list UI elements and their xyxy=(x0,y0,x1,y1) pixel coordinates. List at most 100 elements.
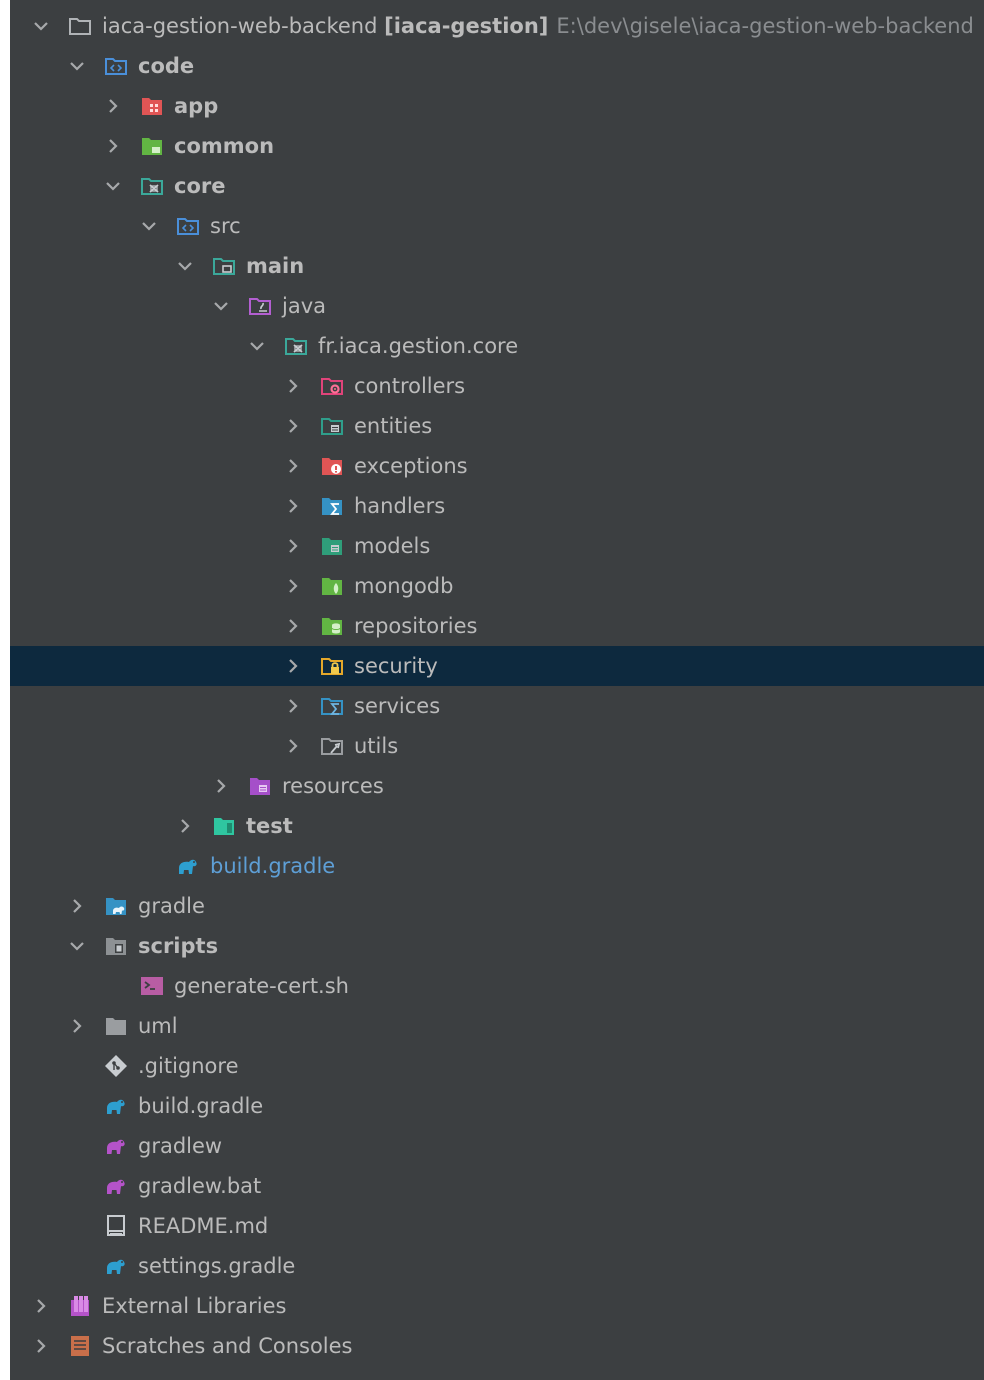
chevron-right-icon[interactable] xyxy=(282,495,304,517)
tree-item-repositories[interactable]: repositories xyxy=(10,606,984,646)
tree-item-root[interactable]: iaca-gestion-web-backend [iaca-gestion] E… xyxy=(10,6,984,46)
module-icon xyxy=(140,174,164,198)
chevron-right-icon[interactable] xyxy=(282,695,304,717)
chevron-right-icon[interactable] xyxy=(174,815,196,837)
tree-item-label: .gitignore xyxy=(138,1054,239,1078)
git-icon xyxy=(104,1054,128,1078)
chevron-right-icon[interactable] xyxy=(210,775,232,797)
chevron-down-icon[interactable] xyxy=(210,295,232,317)
chevron-right-icon[interactable] xyxy=(66,895,88,917)
chevron-down-icon[interactable] xyxy=(30,15,52,37)
gradle-elephant-icon xyxy=(104,1094,128,1118)
tree-item-gradlew-bat[interactable]: gradlew.bat xyxy=(10,1166,984,1206)
tree-item-gradle[interactable]: gradle xyxy=(10,886,984,926)
tree-item-models[interactable]: models xyxy=(10,526,984,566)
tree-item-label: gradlew xyxy=(138,1134,223,1158)
tree-item-external-libraries[interactable]: External Libraries xyxy=(10,1286,984,1326)
tree-item-label: app xyxy=(174,94,219,118)
tree-item-label: build.gradle xyxy=(210,854,336,878)
library-icon xyxy=(68,1294,92,1318)
tree-item-common[interactable]: common xyxy=(10,126,984,166)
chevron-right-icon[interactable] xyxy=(282,455,304,477)
tree-item-test[interactable]: test xyxy=(10,806,984,846)
tree-item-label: repositories xyxy=(354,614,478,638)
tree-item-utils[interactable]: utils xyxy=(10,726,984,766)
tree-item-label: java xyxy=(282,294,326,318)
chevron-right-icon[interactable] xyxy=(102,95,124,117)
tree-item-label: README.md xyxy=(138,1214,269,1238)
tree-item-gradlew[interactable]: gradlew xyxy=(10,1126,984,1166)
tree-item-settings-gradle[interactable]: settings.gradle xyxy=(10,1246,984,1286)
tree-item-main[interactable]: main xyxy=(10,246,984,286)
package-icon xyxy=(284,334,308,358)
scratches-icon xyxy=(68,1334,92,1358)
gradle-elephant-icon xyxy=(104,1254,128,1278)
tree-item-core-build-gradle[interactable]: build.gradle xyxy=(10,846,984,886)
module-name: [iaca-gestion] xyxy=(384,14,549,38)
tree-item-label: External Libraries xyxy=(102,1294,287,1318)
tree-item-services[interactable]: services xyxy=(10,686,984,726)
chevron-right-icon[interactable] xyxy=(282,655,304,677)
chevron-right-icon[interactable] xyxy=(30,1335,52,1357)
tree-item-entities[interactable]: entities xyxy=(10,406,984,446)
tree-item-core[interactable]: core xyxy=(10,166,984,206)
tree-item-gitignore[interactable]: .gitignore xyxy=(10,1046,984,1086)
chevron-right-icon[interactable] xyxy=(282,615,304,637)
tree-item-package[interactable]: fr.iaca.gestion.core xyxy=(10,326,984,366)
tree-item-label: models xyxy=(354,534,431,558)
chevron-down-icon[interactable] xyxy=(66,935,88,957)
tree-item-src[interactable]: src xyxy=(10,206,984,246)
tree-item-label: services xyxy=(354,694,441,718)
chevron-down-icon[interactable] xyxy=(174,255,196,277)
tree-item-code[interactable]: code xyxy=(10,46,984,86)
tree-item-label: gradle xyxy=(138,894,205,918)
tree-item-app[interactable]: app xyxy=(10,86,984,126)
chevron-right-icon[interactable] xyxy=(282,535,304,557)
source-module-icon xyxy=(104,54,128,78)
test-folder-icon xyxy=(212,814,236,838)
project-tool-window: iaca-gestion-web-backend [iaca-gestion] E… xyxy=(10,0,984,1380)
tree-item-scratches[interactable]: Scratches and Consoles xyxy=(10,1326,984,1366)
handlers-folder-icon xyxy=(320,494,344,518)
chevron-right-icon[interactable] xyxy=(282,575,304,597)
utils-folder-icon xyxy=(320,734,344,758)
tree-item-handlers[interactable]: handlers xyxy=(10,486,984,526)
tree-item-exceptions[interactable]: exceptions xyxy=(10,446,984,486)
chevron-down-icon[interactable] xyxy=(66,55,88,77)
gradle-elephant-icon xyxy=(104,1174,128,1198)
chevron-right-icon[interactable] xyxy=(282,375,304,397)
chevron-down-icon[interactable] xyxy=(246,335,268,357)
project-name: iaca-gestion-web-backend xyxy=(102,14,378,38)
chevron-down-icon[interactable] xyxy=(102,175,124,197)
tree-item-label: handlers xyxy=(354,494,446,518)
chevron-down-icon[interactable] xyxy=(138,215,160,237)
project-tree: iaca-gestion-web-backend [iaca-gestion] E… xyxy=(10,6,984,1366)
tree-item-security[interactable]: security xyxy=(10,646,984,686)
tree-item-resources[interactable]: resources xyxy=(10,766,984,806)
tree-item-readme[interactable]: README.md xyxy=(10,1206,984,1246)
entities-folder-icon xyxy=(320,414,344,438)
tree-item-label: iaca-gestion-web-backend [iaca-gestion] E… xyxy=(102,13,974,39)
tree-item-java[interactable]: java xyxy=(10,286,984,326)
tree-item-label: exceptions xyxy=(354,454,468,478)
tree-item-label: fr.iaca.gestion.core xyxy=(318,334,519,358)
chevron-right-icon[interactable] xyxy=(102,135,124,157)
chevron-right-icon[interactable] xyxy=(282,735,304,757)
repositories-folder-icon xyxy=(320,614,344,638)
tree-item-controllers[interactable]: controllers xyxy=(10,366,984,406)
chevron-right-icon[interactable] xyxy=(66,1015,88,1037)
tree-item-label: scripts xyxy=(138,934,219,958)
tree-item-scripts[interactable]: scripts xyxy=(10,926,984,966)
tree-item-generate-cert[interactable]: generate-cert.sh xyxy=(10,966,984,1006)
tree-item-mongodb[interactable]: mongodb xyxy=(10,566,984,606)
resources-folder-icon xyxy=(248,774,272,798)
tree-item-uml[interactable]: uml xyxy=(10,1006,984,1046)
tree-item-label: test xyxy=(246,814,293,838)
tree-item-label: main xyxy=(246,254,305,278)
tree-item-label: generate-cert.sh xyxy=(174,974,349,998)
tree-item-build-gradle[interactable]: build.gradle xyxy=(10,1086,984,1126)
chevron-right-icon[interactable] xyxy=(30,1295,52,1317)
tree-item-label: entities xyxy=(354,414,433,438)
chevron-right-icon[interactable] xyxy=(282,415,304,437)
tree-item-label: gradlew.bat xyxy=(138,1174,262,1198)
